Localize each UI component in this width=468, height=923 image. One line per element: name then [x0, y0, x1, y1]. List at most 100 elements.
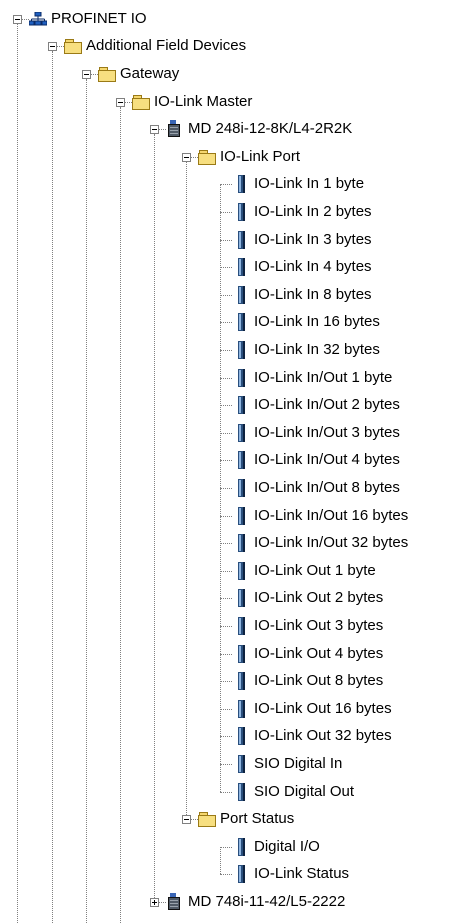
tree-connector-line [191, 819, 198, 820]
tree-item-module[interactable]: IO-Link In/Out 1 byte [253, 368, 393, 388]
collapse-toggle-icon[interactable] [48, 42, 57, 51]
tree-item-module[interactable]: IO-Link Out 8 bytes [253, 671, 384, 691]
module-icon [238, 865, 245, 883]
tree-connector-line [57, 46, 64, 47]
tree-connector-line [220, 433, 232, 434]
folder-icon [198, 150, 216, 165]
tree-connector-line [220, 405, 232, 406]
tree-item-module[interactable]: IO-Link In 32 bytes [253, 340, 381, 360]
module-shade [243, 700, 245, 718]
tree-item-module[interactable]: IO-Link In/Out 32 bytes [253, 533, 409, 553]
tree-node-io-link-master[interactable]: IO-Link Master [153, 92, 253, 112]
collapse-toggle-icon[interactable] [13, 15, 22, 24]
module-shade [243, 534, 245, 552]
tree-node-port-status[interactable]: Port Status [219, 809, 295, 829]
tree-item-module[interactable]: IO-Link Out 1 byte [253, 561, 377, 581]
tree-guide-line [86, 79, 87, 923]
module-highlight [239, 618, 241, 634]
tree-item-module[interactable]: IO-Link Out 16 bytes [253, 699, 393, 719]
module-icon [238, 451, 245, 469]
tree-guide-line [220, 847, 221, 874]
module-highlight [239, 425, 241, 441]
folder-body [198, 815, 216, 827]
module-icon [238, 645, 245, 663]
module-highlight [239, 370, 241, 386]
module-highlight [239, 508, 241, 524]
tree-item-module[interactable]: SIO Digital Out [253, 782, 355, 802]
module-highlight [239, 397, 241, 413]
module-highlight [239, 728, 241, 744]
device-icon [166, 893, 182, 911]
tree-item-module[interactable]: IO-Link Out 2 bytes [253, 588, 384, 608]
module-shade [243, 175, 245, 193]
tree-item-module[interactable]: IO-Link In 2 bytes [253, 202, 373, 222]
tree-connector-line [220, 295, 232, 296]
tree-item-module[interactable]: IO-Link In/Out 4 bytes [253, 450, 401, 470]
network-glyph [28, 11, 48, 26]
module-shade [243, 672, 245, 690]
tree-node-additional-field-devices[interactable]: Additional Field Devices [85, 36, 247, 56]
folder-body [64, 42, 82, 54]
module-icon [238, 562, 245, 580]
module-icon [238, 175, 245, 193]
module-highlight [239, 259, 241, 275]
network-glyph-part [34, 11, 42, 17]
tree-connector-line [220, 764, 232, 765]
module-shade [243, 258, 245, 276]
network-glyph-part [31, 16, 45, 21]
tree-item-module[interactable]: SIO Digital In [253, 754, 343, 774]
tree-item-module[interactable]: IO-Link In 3 bytes [253, 230, 373, 250]
tree-item-module[interactable]: IO-Link In/Out 2 bytes [253, 395, 401, 415]
collapse-toggle-icon[interactable] [150, 125, 159, 134]
module-icon [238, 617, 245, 635]
module-highlight [239, 314, 241, 330]
tree-connector-line [220, 488, 232, 489]
module-shade [243, 645, 245, 663]
tree-item-module[interactable]: IO-Link In 4 bytes [253, 257, 373, 277]
folder-icon [198, 812, 216, 827]
tree-node-profinet-io[interactable]: PROFINET IO [50, 9, 148, 29]
tree-item-module[interactable]: IO-Link Out 32 bytes [253, 726, 393, 746]
tree-node-gateway[interactable]: Gateway [119, 64, 180, 84]
tree-item-module[interactable]: Digital I/O [253, 837, 321, 857]
tree-item-module[interactable]: IO-Link In 1 byte [253, 174, 365, 194]
collapse-toggle-icon[interactable] [116, 98, 125, 107]
module-shade [243, 424, 245, 442]
tree-connector-line [220, 598, 232, 599]
module-highlight [239, 590, 241, 606]
tree-item-module[interactable]: IO-Link In 8 bytes [253, 285, 373, 305]
module-shade [243, 286, 245, 304]
module-icon [238, 672, 245, 690]
tree-node-io-link-port[interactable]: IO-Link Port [219, 147, 301, 167]
module-icon [238, 203, 245, 221]
module-shade [243, 589, 245, 607]
module-highlight [239, 287, 241, 303]
tree-connector-line [220, 240, 232, 241]
tree-connector-line [220, 654, 232, 655]
collapse-toggle-icon[interactable] [182, 815, 191, 824]
module-icon [238, 396, 245, 414]
network-glyph-part [41, 20, 48, 26]
folder-body [132, 98, 150, 110]
module-icon [238, 507, 245, 525]
tree-item-module[interactable]: IO-Link In/Out 3 bytes [253, 423, 401, 443]
tree-item-module[interactable]: IO-Link Out 3 bytes [253, 616, 384, 636]
tree-item-module[interactable]: IO-Link In/Out 16 bytes [253, 506, 409, 526]
tree-connector-line [159, 902, 166, 903]
tree-item-module[interactable]: IO-Link In/Out 8 bytes [253, 478, 401, 498]
collapse-toggle-icon[interactable] [182, 153, 191, 162]
tree-node-device[interactable]: MD 248i-12-8K/L4-2R2K [187, 119, 353, 139]
tree-node-device[interactable]: MD 748i-11-42/L5-2222 [187, 892, 346, 912]
folder-body [198, 153, 216, 165]
tree-item-module[interactable]: IO-Link Status [253, 864, 350, 884]
collapse-toggle-icon[interactable] [82, 70, 91, 79]
module-icon [238, 313, 245, 331]
module-shade [243, 369, 245, 387]
module-icon [238, 479, 245, 497]
module-icon [238, 341, 245, 359]
tree-item-module[interactable]: IO-Link In 16 bytes [253, 312, 381, 332]
expand-toggle-icon[interactable] [150, 898, 159, 907]
module-icon [238, 755, 245, 773]
module-shade [243, 617, 245, 635]
tree-item-module[interactable]: IO-Link Out 4 bytes [253, 644, 384, 664]
